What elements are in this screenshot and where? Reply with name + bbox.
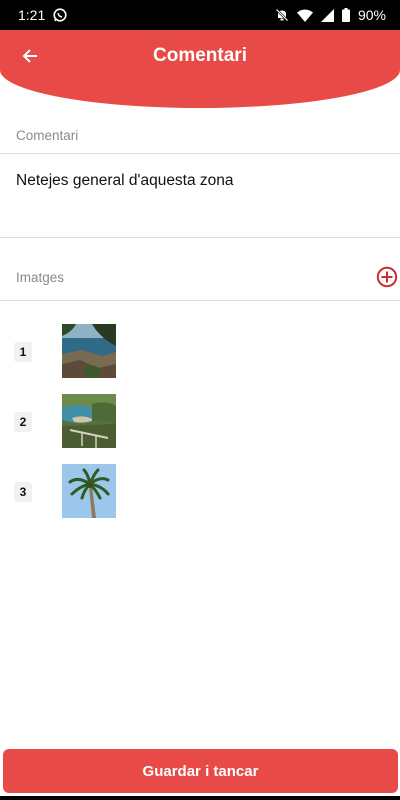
add-image-button[interactable] xyxy=(376,266,398,288)
mute-bell-icon xyxy=(275,8,289,22)
app-header: Comentari xyxy=(0,30,400,108)
divider xyxy=(0,300,400,301)
comment-field[interactable]: Netejes general d'aquesta zona xyxy=(16,172,234,190)
image-list-item[interactable]: 3 xyxy=(0,464,400,520)
battery-icon xyxy=(341,8,350,22)
image-number: 1 xyxy=(14,342,32,362)
whatsapp-icon xyxy=(53,8,67,22)
image-list-item[interactable]: 1 xyxy=(0,324,400,380)
comment-label: Comentari xyxy=(16,128,79,143)
battery-percent: 90% xyxy=(357,7,386,23)
page-title: Comentari xyxy=(153,45,247,66)
save-and-close-button[interactable]: Guardar i tancar xyxy=(3,749,398,793)
signal-icon xyxy=(320,8,334,22)
coastal-pine-photo[interactable] xyxy=(62,324,116,378)
divider xyxy=(0,153,400,154)
wifi-icon xyxy=(296,9,313,22)
status-bar: 1:21 90% xyxy=(0,0,400,30)
image-number: 3 xyxy=(14,482,32,502)
plus-circle-icon xyxy=(376,266,398,292)
image-number: 2 xyxy=(14,412,32,432)
palm-tree-photo[interactable] xyxy=(62,464,116,518)
save-button-label: Guardar i tancar xyxy=(142,762,259,780)
images-label: Imatges xyxy=(16,270,65,285)
navigation-bar xyxy=(0,796,400,800)
beach-cove-photo[interactable] xyxy=(62,394,116,448)
image-list-item[interactable]: 2 xyxy=(0,394,400,450)
status-time: 1:21 xyxy=(18,7,46,23)
divider xyxy=(0,237,400,238)
